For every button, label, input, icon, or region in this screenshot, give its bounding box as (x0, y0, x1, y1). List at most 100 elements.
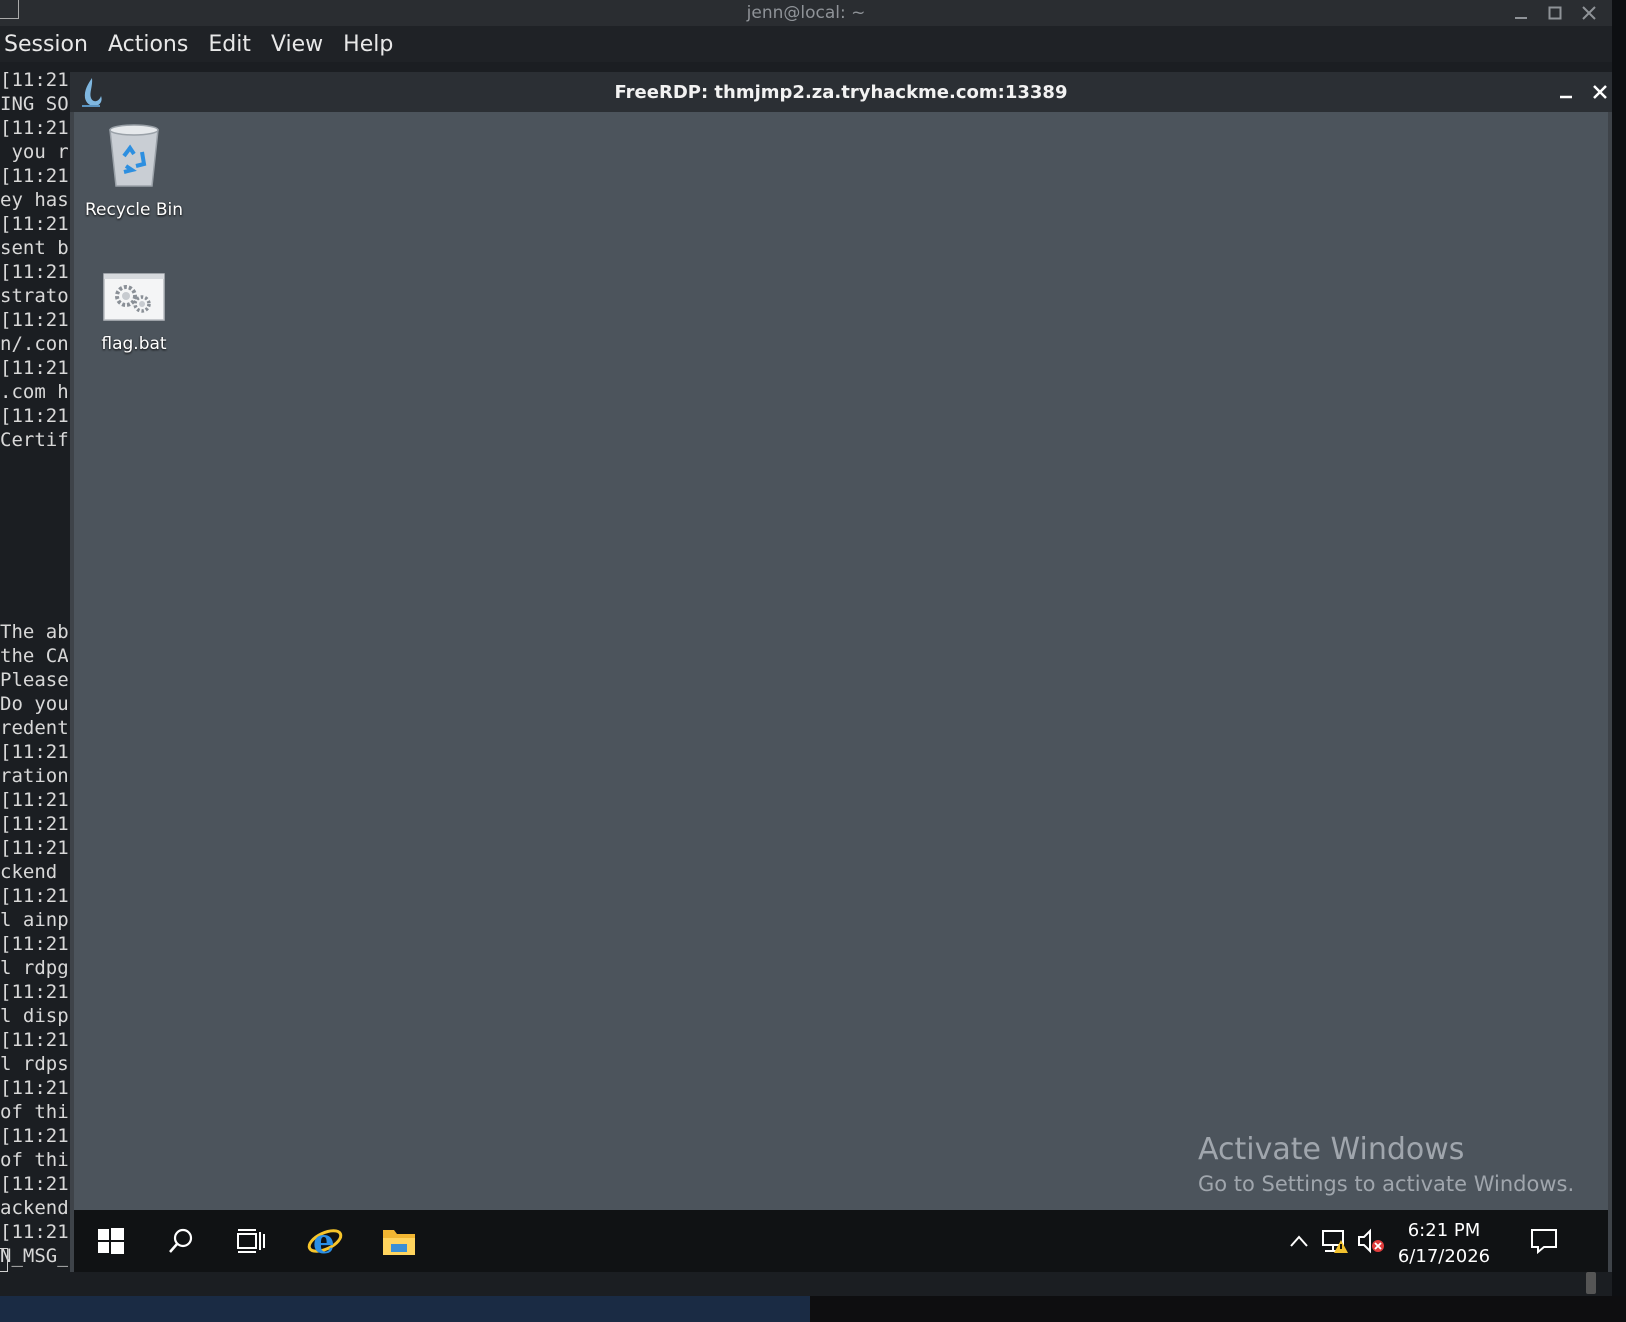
terminal-scrollbar[interactable] (1586, 1272, 1596, 1294)
task-view-icon (237, 1229, 265, 1253)
terminal-line: Please (0, 669, 68, 691)
terminal-minimize-button[interactable] (1506, 0, 1536, 26)
menu-edit[interactable]: Edit (198, 32, 261, 57)
terminal-line: l rdps (0, 1053, 68, 1075)
menu-view[interactable]: View (261, 32, 333, 57)
freerdp-close-button[interactable] (1584, 72, 1616, 112)
network-warning-icon (1322, 1230, 1348, 1253)
terminal-title: jenn@local: ~ (746, 3, 866, 23)
task-view-button[interactable] (220, 1210, 282, 1272)
volume-tray-button[interactable] (1354, 1210, 1388, 1272)
terminal-line: of thi (0, 1101, 68, 1123)
freerdp-titlebar[interactable]: FreeRDP: thmjmp2.za.tryhackme.com:13389 (70, 72, 1612, 112)
recycle-bin-label: Recycle Bin (84, 200, 183, 220)
terminal-line: l ainp (0, 909, 68, 931)
desktop-icon-recycle-bin[interactable]: Recycle Bin (74, 122, 194, 220)
terminal-line: [11:21 (0, 1173, 68, 1195)
terminal-line: of thi (0, 1149, 68, 1171)
terminal-line: Certif (0, 429, 68, 451)
recycle-bin-icon (109, 124, 159, 187)
terminal-maximize-button[interactable] (1540, 0, 1570, 26)
terminal-line: The ab (0, 621, 68, 643)
network-tray-button[interactable] (1318, 1210, 1352, 1272)
terminal-window-menu-icon[interactable] (0, 0, 19, 19)
internet-explorer-icon: e (307, 1223, 343, 1259)
terminal-line: ey has (0, 189, 68, 211)
terminal-line: n/.con (0, 333, 68, 355)
terminal-line: l rdpg (0, 957, 68, 979)
terminal-line: strato (0, 285, 68, 307)
terminal-line: ckend (0, 861, 58, 883)
terminal-line: [11:21 (0, 1077, 68, 1099)
tray-overflow-button[interactable] (1284, 1210, 1314, 1272)
menu-actions[interactable]: Actions (98, 32, 198, 57)
terminal-line: [11:21 (0, 309, 68, 331)
terminal-line: [11:21 (0, 261, 68, 283)
desktop-icon-flag-bat[interactable]: flag.bat (74, 272, 194, 354)
terminal-line: [11:21 (0, 1125, 68, 1147)
minimize-icon (1515, 17, 1527, 19)
terminal-line: sent b (0, 237, 68, 259)
terminal-line: [11:21 (0, 837, 68, 859)
terminal-line: [11:21 (0, 1221, 68, 1243)
minimize-icon (1560, 95, 1572, 99)
freerdp-minimize-button[interactable] (1550, 72, 1582, 112)
terminal-line: [11:21 (0, 933, 68, 955)
terminal-line: [11:21 (0, 213, 68, 235)
freerdp-title: FreeRDP: thmjmp2.za.tryhackme.com:13389 (614, 81, 1068, 103)
tray-clock[interactable]: 6:21 PM 6/17/2026 (1384, 1218, 1504, 1270)
remote-taskbar: e 6:21 PM 6/17/2026 (74, 1210, 1608, 1272)
terminal-output[interactable]: [11:21 ING SO [11:21 you r [11:21 ey has [11:… (0, 68, 68, 1268)
terminal-line: [11:21 (0, 117, 68, 139)
start-button[interactable] (80, 1210, 142, 1272)
terminal-line: N_MSG_ (0, 1245, 68, 1267)
menu-session[interactable]: Session (0, 32, 98, 57)
file-explorer-button[interactable] (364, 1210, 434, 1272)
activate-windows-title: Activate Windows (1198, 1132, 1465, 1167)
svg-text:e: e (313, 1223, 335, 1259)
terminal-line: [11:21 (0, 885, 68, 907)
batch-file-icon (103, 273, 165, 321)
menu-help[interactable]: Help (333, 32, 403, 57)
terminal-titlebar[interactable]: jenn@local: ~ (0, 0, 1612, 26)
tray-date: 6/17/2026 (1397, 1246, 1491, 1267)
terminal-line: .com h (0, 381, 68, 403)
terminal-line: [11:21 (0, 405, 68, 427)
close-icon (1582, 6, 1596, 20)
action-center-button[interactable] (1520, 1210, 1568, 1272)
remote-desktop[interactable]: Recycle Bin flag.bat Activate Windows Go… (74, 112, 1608, 1210)
terminal-line: [11:21 (0, 981, 68, 1003)
activate-windows-subtitle: Go to Settings to activate Windows. (1198, 1172, 1575, 1196)
terminal-menubar: Session Actions Edit View Help (0, 26, 1612, 62)
terminal-line: [11:21 (0, 69, 68, 91)
terminal-line: ING SO (0, 93, 68, 115)
flag-bat-label: flag.bat (101, 334, 167, 354)
terminal-line: the CA (0, 645, 68, 667)
windows-start-icon (98, 1228, 124, 1254)
terminal-line: redent (0, 717, 68, 739)
freerdp-window: FreeRDP: thmjmp2.za.tryhackme.com:13389 … (70, 72, 1612, 1272)
internet-explorer-button[interactable]: e (290, 1210, 360, 1272)
volume-muted-icon (1358, 1228, 1384, 1254)
terminal-close-button[interactable] (1574, 0, 1604, 26)
search-icon (169, 1228, 193, 1253)
terminal-cursor (0, 1248, 8, 1272)
tray-chevron-icon (1290, 1235, 1308, 1247)
terminal-line: [11:21 (0, 1029, 68, 1051)
terminal-line: Do you (0, 693, 68, 715)
terminal-line: ackend (0, 1197, 68, 1219)
maximize-icon (1548, 6, 1562, 20)
search-button[interactable] (150, 1210, 212, 1272)
terminal-line: you r (0, 141, 68, 163)
terminal-line: [11:21 (0, 789, 68, 811)
terminal-line: ration (0, 765, 68, 787)
terminal-line: l disp (0, 1005, 68, 1027)
freerdp-logo-icon (82, 78, 102, 107)
